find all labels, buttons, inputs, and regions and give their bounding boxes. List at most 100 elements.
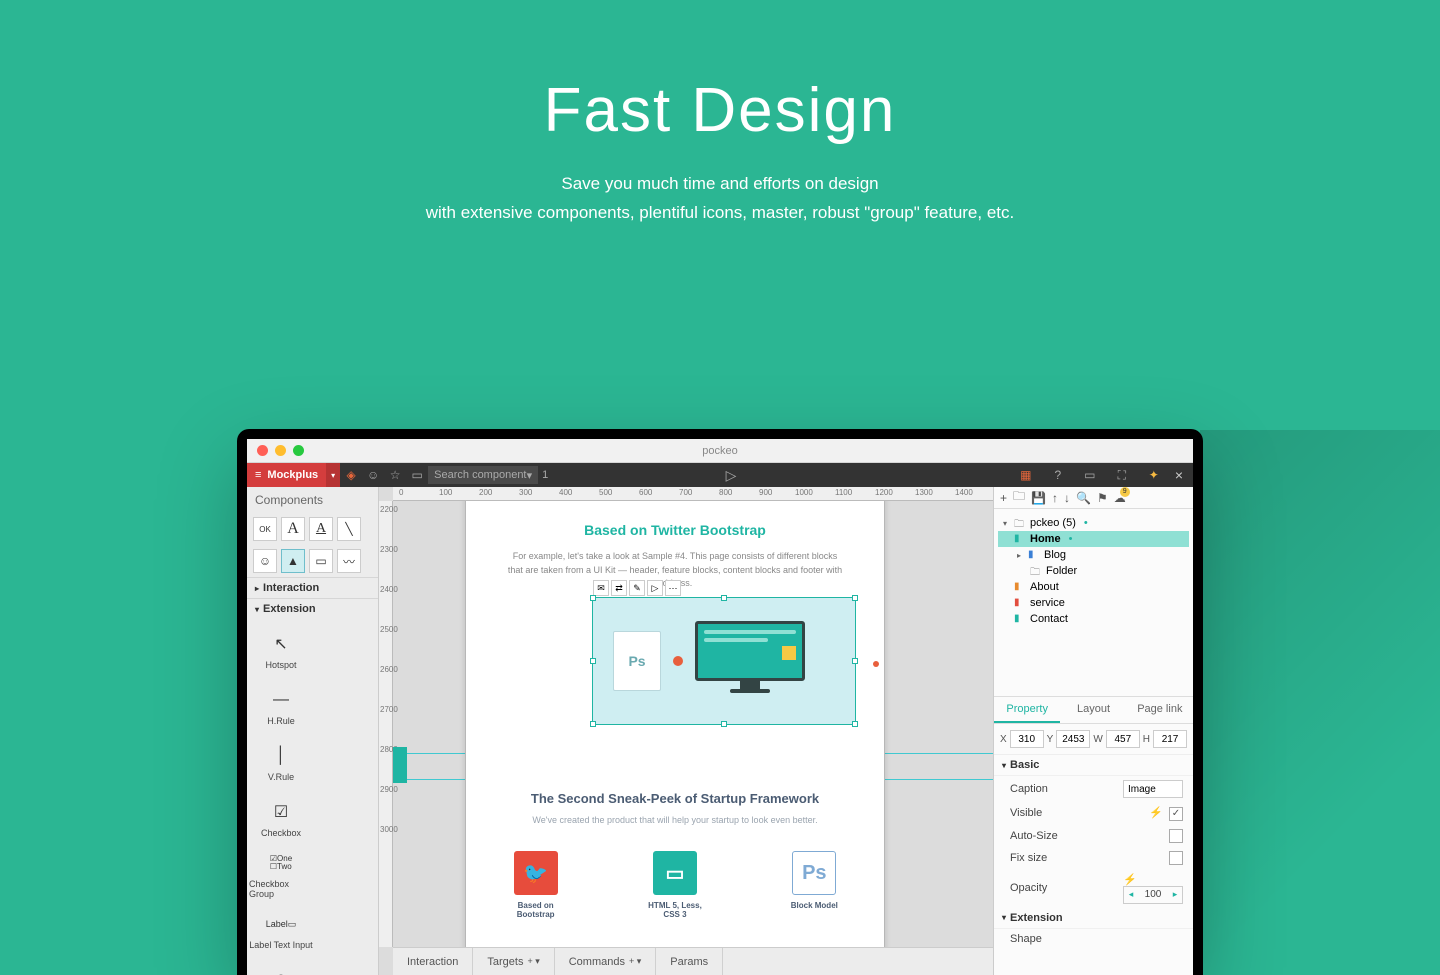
rotate-handle[interactable] bbox=[873, 661, 879, 667]
tab-params[interactable]: Params bbox=[656, 948, 723, 975]
close-icon[interactable]: × bbox=[1175, 467, 1183, 483]
component-radio[interactable]: ◉Radio Button bbox=[249, 959, 313, 975]
page-tree: ▾🗀pckeo (5) • ▮Home • ▸▮Blog 🗀Folder ▮Ab… bbox=[994, 509, 1193, 697]
app-toolbar: ≡ Mockplus ▾ ◈ ☺ ☆ ▭ Search component ▾ … bbox=[247, 463, 1193, 487]
block-model: PsBlock Model bbox=[779, 851, 849, 919]
bolt-icon: ⚡ bbox=[1123, 874, 1137, 886]
play-icon[interactable]: ▷ bbox=[647, 580, 663, 596]
visible-row: Visible ⚡✓ bbox=[994, 802, 1193, 825]
basic-section[interactable]: ▾Basic bbox=[994, 755, 1193, 776]
caption-input[interactable] bbox=[1123, 780, 1183, 798]
canvas-area[interactable]: 0100200300400500600700800900100011001200… bbox=[379, 487, 993, 975]
h-input[interactable] bbox=[1153, 730, 1187, 748]
link-icon[interactable]: ⇄ bbox=[611, 580, 627, 596]
selected-element[interactable]: ✉⇄✎▷⋯ Ps bbox=[592, 597, 856, 725]
help-icon[interactable]: ? bbox=[1047, 468, 1069, 482]
underline-text-icon[interactable]: A bbox=[309, 517, 333, 541]
extension-section[interactable]: ▾Extension bbox=[994, 908, 1193, 929]
screen-icon[interactable]: ▭ bbox=[1079, 468, 1101, 482]
selection-toolbar: ✉⇄✎▷⋯ bbox=[593, 580, 681, 596]
tree-page-service[interactable]: ▮service bbox=[998, 595, 1189, 611]
component-checkbox[interactable]: ☑Checkbox bbox=[249, 791, 313, 847]
search-count: 1 bbox=[542, 469, 548, 481]
component-label-input[interactable]: Label▭Label Text Input bbox=[249, 903, 313, 959]
smiley-component-icon[interactable]: ☺ bbox=[253, 549, 277, 573]
pages-toolbar: + 🗀 💾 ↑ ↓ 🔍 ⚑ ☁9 bbox=[994, 487, 1193, 509]
component-grid: ↖Hotspot ―H.Rule │V.Rule ☑Checkbox ☑One☐… bbox=[247, 619, 378, 975]
component-hrule[interactable]: ―H.Rule bbox=[249, 679, 313, 735]
property-tabs: Property Layout Page link bbox=[994, 697, 1193, 724]
brand-dropdown[interactable]: ▾ bbox=[326, 463, 340, 487]
tree-folder[interactable]: 🗀Folder bbox=[998, 563, 1189, 579]
panel-icon[interactable]: ▭ bbox=[406, 468, 428, 482]
tab-property[interactable]: Property bbox=[994, 697, 1060, 723]
rect-component-icon[interactable]: ▭ bbox=[309, 549, 333, 573]
flag-icon[interactable]: ⚑ bbox=[1097, 491, 1108, 505]
add-page-icon[interactable]: + bbox=[1000, 491, 1007, 505]
mail-icon[interactable]: ✉ bbox=[593, 580, 609, 596]
tree-page-blog[interactable]: ▸▮Blog bbox=[998, 547, 1189, 563]
tree-page-about[interactable]: ▮About bbox=[998, 579, 1189, 595]
block-html5: ▭HTML 5, Less, CSS 3 bbox=[640, 851, 710, 919]
tree-page-contact[interactable]: ▮Contact bbox=[998, 611, 1189, 627]
tab-commands[interactable]: Commands + ▾ bbox=[555, 948, 657, 975]
fixsize-checkbox[interactable] bbox=[1169, 851, 1183, 865]
design-page[interactable]: Based on Twitter Bootstrap For example, … bbox=[465, 501, 885, 947]
tab-pagelink[interactable]: Page link bbox=[1127, 697, 1193, 723]
emoji-icon[interactable]: ☺ bbox=[362, 468, 384, 482]
component-vrule[interactable]: │V.Rule bbox=[249, 735, 313, 791]
w-input[interactable] bbox=[1106, 730, 1140, 748]
hero-subtitle: Save you much time and efforts on design… bbox=[0, 170, 1440, 228]
notification-badge: 9 bbox=[1120, 487, 1130, 497]
bottom-panel-tabs: Interaction Targets + ▾ Commands + ▾ Par… bbox=[393, 947, 993, 975]
tree-project[interactable]: ▾🗀pckeo (5) • bbox=[998, 515, 1189, 531]
grid-icon[interactable]: ▦ bbox=[1015, 468, 1037, 482]
visible-checkbox[interactable]: ✓ bbox=[1169, 807, 1183, 821]
mac-titlebar: pockeo bbox=[247, 439, 1193, 463]
y-input[interactable] bbox=[1056, 730, 1090, 748]
curve-component-icon[interactable]: 〰 bbox=[337, 549, 361, 573]
autosize-checkbox[interactable] bbox=[1169, 829, 1183, 843]
x-input[interactable] bbox=[1010, 730, 1044, 748]
opacity-stepper[interactable]: ◂100▸ bbox=[1123, 886, 1183, 904]
tab-targets[interactable]: Targets + ▾ bbox=[473, 948, 554, 975]
monitor-graphic bbox=[695, 621, 805, 701]
brand-menu[interactable]: ≡ Mockplus bbox=[247, 463, 326, 487]
hero-sub-line2: with extensive components, plentiful ico… bbox=[0, 199, 1440, 228]
down-icon[interactable]: ↓ bbox=[1064, 491, 1070, 505]
up-icon[interactable]: ↑ bbox=[1052, 491, 1058, 505]
tab-interaction[interactable]: Interaction bbox=[393, 948, 473, 975]
ok-component-icon[interactable]: OK bbox=[253, 517, 277, 541]
ruler-marker bbox=[393, 747, 407, 783]
save-icon[interactable]: 💾 bbox=[1031, 491, 1046, 505]
cube-icon[interactable]: ◈ bbox=[340, 468, 362, 482]
image-component-icon[interactable]: ▲ bbox=[281, 549, 305, 573]
autosize-row: Auto-Size bbox=[994, 825, 1193, 847]
search-input[interactable]: Search component ▾ bbox=[428, 466, 538, 484]
edit-icon[interactable]: ✎ bbox=[629, 580, 645, 596]
text-component-icon[interactable]: A bbox=[281, 517, 305, 541]
cloud-icon[interactable]: ☁9 bbox=[1114, 491, 1126, 505]
folder-icon[interactable]: 🗀 bbox=[1013, 487, 1025, 508]
caption-row: Caption bbox=[994, 776, 1193, 802]
line-component-icon[interactable]: ╲ bbox=[337, 517, 361, 541]
bolt-icon: ⚡ bbox=[1149, 807, 1163, 819]
star-icon[interactable]: ☆ bbox=[384, 468, 406, 482]
tab-layout[interactable]: Layout bbox=[1060, 697, 1126, 723]
fullscreen-icon[interactable]: ⛶ bbox=[1111, 468, 1133, 483]
opacity-row: Opacity ⚡ ◂100▸ bbox=[994, 869, 1193, 908]
tree-page-home[interactable]: ▮Home • bbox=[998, 531, 1189, 547]
section-extension[interactable]: ▾Extension bbox=[247, 598, 378, 619]
section2-body: We've created the product that will help… bbox=[526, 814, 824, 828]
play-icon[interactable]: ▷ bbox=[720, 467, 742, 484]
component-hotspot[interactable]: ↖Hotspot bbox=[249, 623, 313, 679]
coords-row: X Y W H bbox=[994, 724, 1193, 755]
component-checkbox-group[interactable]: ☑One☐TwoCheckbox Group bbox=[249, 847, 313, 903]
app-window-monitor: pockeo ≡ Mockplus ▾ ◈ ☺ ☆ ▭ Search compo… bbox=[237, 429, 1203, 975]
section-interaction[interactable]: ▸Interaction bbox=[247, 577, 378, 598]
gift-icon[interactable]: ✦ bbox=[1143, 468, 1165, 482]
section2-title: The Second Sneak-Peek of Startup Framewo… bbox=[466, 791, 884, 806]
ruler-vertical: 220023002400250026002700280029003000 bbox=[379, 501, 393, 947]
search-icon[interactable]: 🔍 bbox=[1076, 491, 1091, 505]
more-icon[interactable]: ⋯ bbox=[665, 580, 681, 596]
